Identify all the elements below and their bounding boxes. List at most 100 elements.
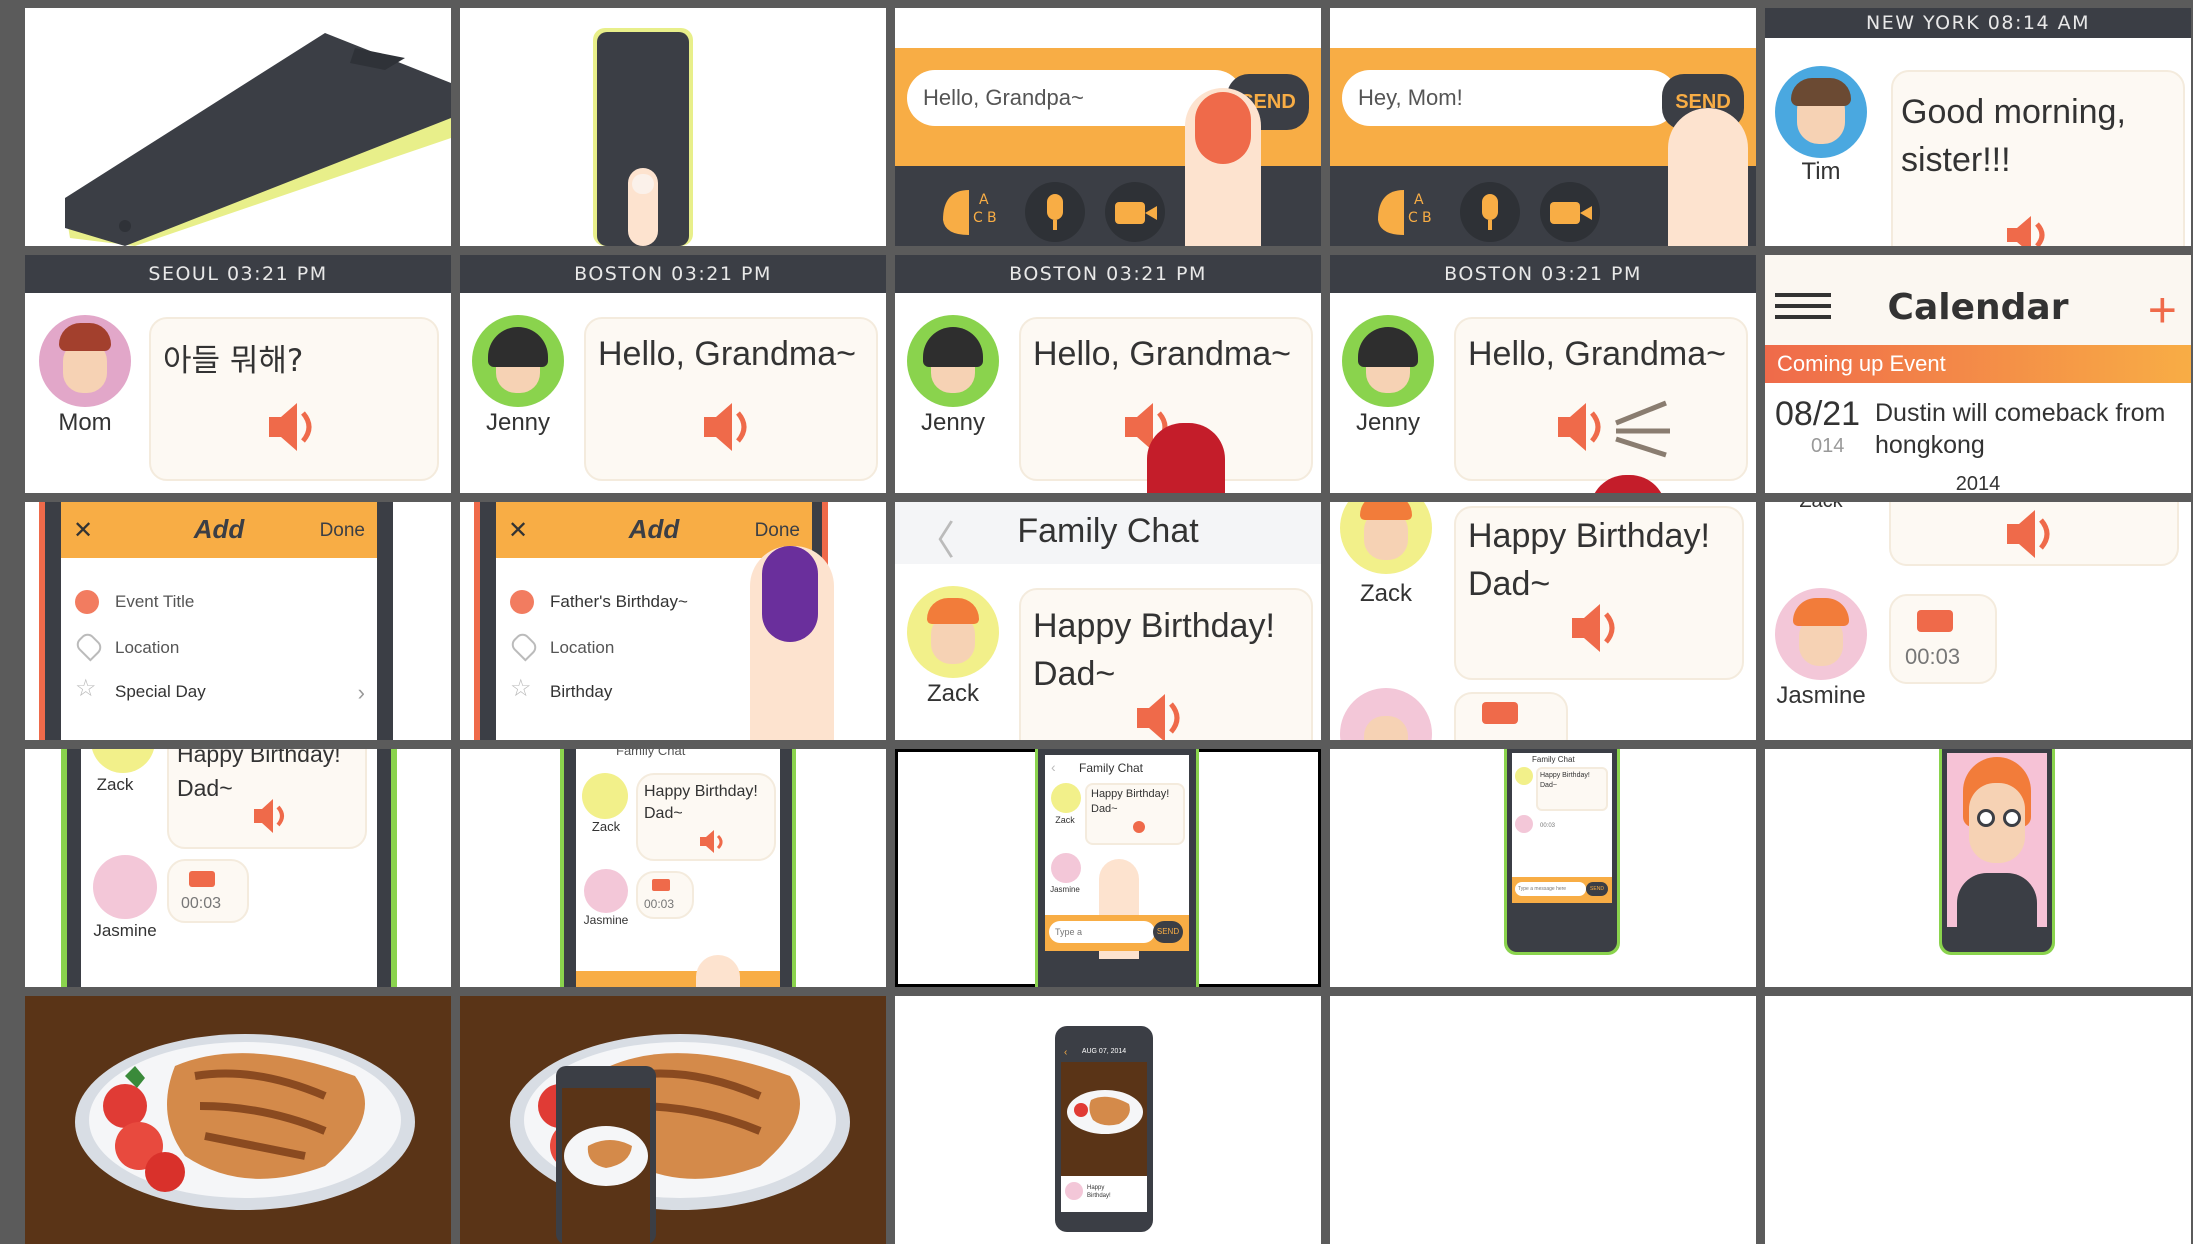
message-text: Happy Birthday! Dad~ <box>1091 787 1169 817</box>
avatar-jasmine <box>1515 815 1533 833</box>
add-event-button[interactable]: + <box>2148 285 2177 335</box>
special-day-field[interactable]: Birthday <box>550 682 612 702</box>
speaker-icon[interactable] <box>251 795 295 835</box>
phone-edge <box>474 502 480 740</box>
speaker-icon[interactable] <box>265 397 325 457</box>
svg-text:C: C <box>973 210 983 226</box>
video-message-bubble[interactable] <box>1889 594 1997 684</box>
video-camera-icon[interactable] <box>1105 182 1165 242</box>
video-message-bubble[interactable] <box>167 859 249 923</box>
frame-family-chat: 〈 Family Chat Zack Happy Birthday! Dad~ <box>895 502 1321 740</box>
composer-tools-bar <box>1512 903 1612 929</box>
timezone-header: SEOUL 03:21 PM <box>25 255 451 293</box>
avatar-jenny <box>907 315 999 407</box>
steak-plate-illustration <box>75 1034 415 1210</box>
microphone-icon[interactable] <box>1025 182 1085 242</box>
upcoming-event-banner: Coming up Event <box>1765 345 2191 383</box>
photo-date: AUG 07, 2014 <box>1081 1048 1127 1055</box>
frame-chat-zoom-2: Family Chat Zack Happy Birthday! Dad~ Ja… <box>460 749 886 987</box>
speaker-icon[interactable] <box>698 827 728 855</box>
event-title-field[interactable]: Event Title <box>115 592 194 612</box>
message-text: Happy Birthday! Dad~ <box>644 781 758 825</box>
speaker-icon[interactable] <box>1133 688 1193 740</box>
jasmine-eye <box>2003 809 2021 827</box>
sender-name: Zack <box>96 775 134 794</box>
chat-title-cut: Family Chat <box>616 749 686 758</box>
message-input[interactable]: Type a <box>1049 921 1155 943</box>
message-text: Hello, Grandma~ <box>1033 335 1291 373</box>
frame-jenny-message-1: BOSTON 03:21 PM Jenny Hello, Grandma~ <box>460 255 886 493</box>
steak-plate-illustration <box>510 1034 850 1244</box>
frame-steak-photo-phone <box>460 996 886 1244</box>
frame-jasmine-video: Zack Jasmine 00:03 <box>1765 502 2191 740</box>
finger-pointer <box>696 955 740 987</box>
speaker-icon[interactable] <box>1133 821 1145 833</box>
translate-icon[interactable]: A C B <box>935 180 1007 240</box>
sender-name: Jasmine <box>1776 682 1866 709</box>
microphone-icon[interactable] <box>1460 182 1520 242</box>
message-text: Hello, Grandma~ <box>598 335 856 373</box>
message-line: sister!!! <box>1901 141 2011 179</box>
location-field[interactable]: Location <box>550 638 614 658</box>
frame-steak-photo <box>25 996 451 1244</box>
composer-bar <box>576 971 780 987</box>
frame-chat-phone-full: Family Chat Happy Birthday! Dad~ 00:03 T… <box>1330 749 1756 987</box>
message-input[interactable]: Type a message here <box>1515 882 1586 896</box>
avatar-tim <box>1775 66 1867 158</box>
sender-name: Mom <box>58 409 112 436</box>
photo-caption: Happy Birthday! <box>1087 1184 1111 1200</box>
sender-name: Jenny <box>485 409 551 436</box>
speaker-playing-icon[interactable] <box>1554 393 1684 463</box>
video-camera-icon <box>652 879 670 891</box>
finger-pointer <box>1668 108 1748 246</box>
video-camera-icon[interactable] <box>1540 182 1600 242</box>
svg-text:A: A <box>979 192 989 208</box>
calendar-year: 2014 <box>1955 473 2001 493</box>
frame-calendar: Calendar + Coming up Event 08/21 014 Dus… <box>1765 255 2191 493</box>
message-line: Dad~ <box>1540 782 1557 789</box>
avatar-jenny <box>1342 315 1434 407</box>
special-day-field[interactable]: Special Day <box>115 682 206 702</box>
chevron-right-icon: › <box>357 680 365 705</box>
message-line: Happy Birthday! <box>1540 772 1590 779</box>
steak-photo-thumbnail <box>1067 1090 1143 1134</box>
location-field[interactable]: Location <box>115 638 179 658</box>
finger-pointer <box>750 546 834 740</box>
chat-title: Family Chat <box>1532 755 1575 764</box>
event-description[interactable]: Dustin will comeback from hongkong <box>1875 397 2165 461</box>
svg-text:A: A <box>1414 192 1424 208</box>
send-button[interactable]: SEND <box>1586 882 1608 896</box>
avatar-jasmine <box>1775 588 1867 680</box>
message-text: Happy Birthday! Dad~ <box>1033 602 1275 698</box>
speaker-icon[interactable] <box>1568 598 1628 658</box>
speaker-icon[interactable] <box>2003 214 2063 246</box>
message-line: Good morning, <box>1901 93 2126 131</box>
send-button[interactable]: SEND <box>1153 921 1183 943</box>
frame-jenny-message-2: BOSTON 03:21 PM Jenny Hello, Grandma~ <box>895 255 1321 493</box>
frame-chat-zoom-3-selected[interactable]: ‹ Family Chat Zack Happy Birthday! Dad~ … <box>895 749 1321 987</box>
video-duration: 00:03 <box>644 897 675 911</box>
avatar-jasmine <box>584 869 628 913</box>
frame-send-mom: Hey, Mom! SEND A C B <box>1330 8 1756 246</box>
message-text: Happy Birthday! Dad~ <box>1468 512 1710 608</box>
video-call-screen <box>1947 753 2047 927</box>
message-line: Happy Birthday! <box>1091 788 1170 800</box>
translate-icon[interactable]: A C B <box>1370 180 1442 240</box>
avatar-zack <box>91 749 155 773</box>
event-year-fragment: 014 <box>1811 435 1845 457</box>
back-arrow-icon[interactable]: ‹ <box>1051 759 1056 775</box>
message-input[interactable]: Hey, Mom! <box>1342 70 1678 126</box>
speaker-icon[interactable] <box>700 397 760 457</box>
avatar-jasmine <box>1065 1182 1083 1200</box>
message-text: Good morning, sister!!! <box>1901 88 2126 184</box>
frame-chat-zoom-1: Zack Happy Birthday! Dad~ Jasmine 00:03 <box>25 749 451 987</box>
add-screen: ✕ Add Done Event Title Location ☆ Specia… <box>61 502 377 740</box>
avatar-zack <box>907 586 999 678</box>
timezone-header: BOSTON 03:21 PM <box>460 255 886 293</box>
speaker-icon[interactable] <box>2003 508 2063 560</box>
event-title-field[interactable]: Father's Birthday~ <box>550 592 688 612</box>
done-button[interactable]: Done <box>755 520 800 542</box>
video-camera-icon <box>1482 702 1518 724</box>
done-button[interactable]: Done <box>320 520 365 542</box>
calendar-title: Calendar <box>1887 287 2069 328</box>
